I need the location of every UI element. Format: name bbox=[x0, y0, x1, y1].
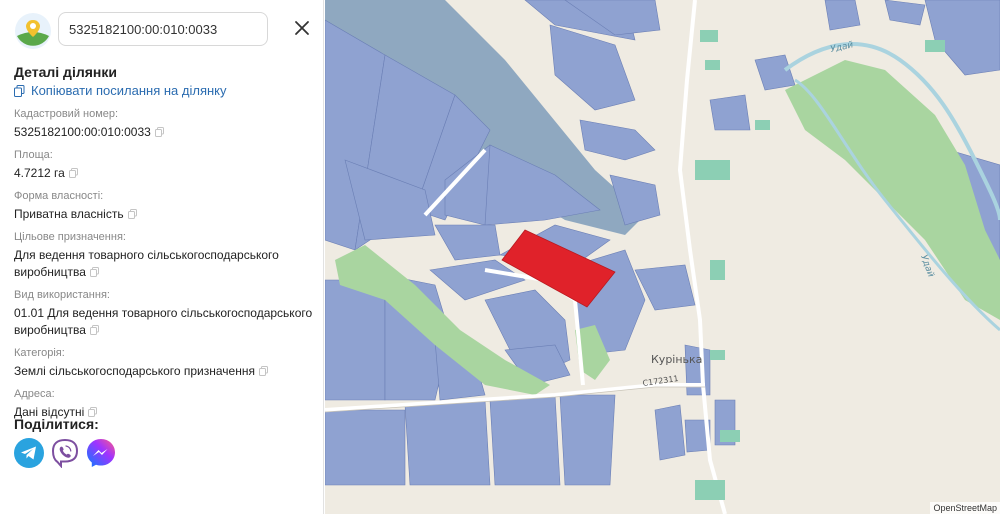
copy-icon bbox=[14, 84, 25, 97]
telegram-icon[interactable] bbox=[14, 438, 44, 468]
field-area: Площа: 4.7212 га bbox=[14, 148, 314, 182]
field-purpose: Цільове призначення: Для ведення товарно… bbox=[14, 230, 314, 281]
field-value: 4.7212 га bbox=[14, 166, 65, 180]
copy-icon[interactable] bbox=[127, 209, 137, 219]
field-value: Для ведення товарного сільськогосподарсь… bbox=[14, 248, 279, 279]
details-fields: Кадастровий номер: 5325182100:00:010:003… bbox=[14, 107, 314, 428]
village-label: Курінька bbox=[651, 353, 702, 366]
details-panel: Деталі ділянки Копіювати посилання на ді… bbox=[0, 0, 324, 514]
copy-link-label: Копіювати посилання на ділянку bbox=[31, 83, 227, 98]
field-usage: Вид використання: 01.01 Для ведення това… bbox=[14, 288, 314, 339]
field-label: Категорія: bbox=[14, 347, 65, 359]
field-ownership: Форма власності: Приватна власність bbox=[14, 189, 314, 223]
field-label: Цільове призначення: bbox=[14, 231, 126, 243]
field-value: Землі сільськогосподарського призначення bbox=[14, 364, 255, 378]
map-view[interactable]: Удай Удай Курінька С172311 OpenStreetMap bbox=[325, 0, 1000, 514]
details-title: Деталі ділянки bbox=[14, 64, 117, 80]
field-category: Категорія: Землі сільськогосподарського … bbox=[14, 346, 314, 380]
viber-icon[interactable] bbox=[50, 438, 80, 468]
cadastral-map[interactable]: Удай Удай Курінька С172311 bbox=[325, 0, 1000, 514]
share-title: Поділитися: bbox=[14, 416, 99, 432]
app-logo-icon[interactable] bbox=[14, 12, 52, 50]
search-input[interactable] bbox=[58, 12, 268, 46]
copy-icon[interactable] bbox=[89, 325, 99, 335]
field-label: Кадастровий номер: bbox=[14, 108, 119, 120]
map-attribution[interactable]: OpenStreetMap bbox=[930, 502, 1000, 514]
field-value: 5325182100:00:010:0033 bbox=[14, 125, 151, 139]
copy-link-button[interactable]: Копіювати посилання на ділянку bbox=[14, 83, 227, 98]
field-value: 01.01 Для ведення товарного сільськогосп… bbox=[14, 306, 313, 337]
close-icon[interactable] bbox=[292, 18, 312, 38]
copy-icon[interactable] bbox=[68, 168, 78, 178]
copy-icon[interactable] bbox=[89, 267, 99, 277]
copy-icon[interactable] bbox=[258, 366, 268, 376]
field-label: Адреса: bbox=[14, 388, 55, 400]
copy-icon[interactable] bbox=[154, 127, 164, 137]
field-label: Форма власності: bbox=[14, 190, 104, 202]
field-label: Вид використання: bbox=[14, 289, 110, 301]
field-value: Приватна власність bbox=[14, 207, 124, 221]
messenger-icon[interactable] bbox=[86, 438, 116, 468]
field-cadastral-number: Кадастровий номер: 5325182100:00:010:003… bbox=[14, 107, 314, 141]
share-buttons bbox=[14, 438, 116, 468]
field-label: Площа: bbox=[14, 149, 53, 161]
